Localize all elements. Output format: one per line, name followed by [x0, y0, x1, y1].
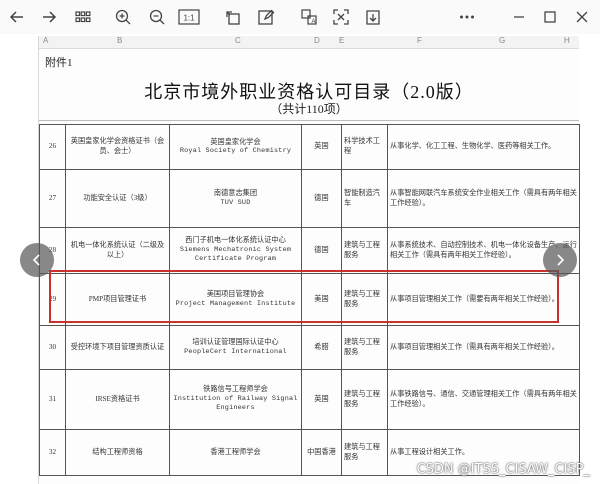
back-icon[interactable] [6, 6, 28, 28]
next-page-button[interactable] [543, 243, 577, 277]
work-scope: 从事化学、化工工程、生物化学、医药等相关工作。 [387, 124, 580, 170]
close-icon[interactable] [571, 6, 593, 28]
work-scope: 从事智能网联汽车系统安全作业相关工作（需具有两年相关工作经验）。 [387, 169, 580, 228]
org-name-cn: 培训认证管理国际认证中心 [192, 338, 279, 347]
issuing-organization: 西门子机电一体化系统认证中心 Siemens Mechatronic System… [169, 227, 302, 274]
actual-size-icon[interactable]: 1:1 [178, 6, 200, 28]
certificate-name: 机电一体化系统认证（二级及以上） [65, 227, 170, 274]
table-row: 27 功能安全认证（3级） 南德意志集团 TUV SUD 德国 智能制造汽车 从事… [39, 169, 580, 228]
certificate-name: PMP项目管理证书 [65, 273, 170, 326]
certification-table: 26 英国皇家化学会资格证书（会员、会士） 英国皇家化学会 Royal Socie… [39, 124, 580, 476]
field: 建筑与工程服务 [341, 429, 388, 476]
previous-page-button[interactable] [20, 243, 54, 277]
work-scope: 从事项目管理相关工作（需具有两年相关工作经验）。 [387, 325, 580, 370]
row-number: 29 [39, 273, 66, 326]
certificate-name: 英国皇家化学会资格证书（会员、会士） [65, 124, 170, 170]
certificate-name: 功能安全认证（3级） [65, 169, 170, 228]
divider [39, 120, 579, 121]
table-row: 26 英国皇家化学会资格证书（会员、会士） 英国皇家化学会 Royal Socie… [39, 124, 580, 170]
forward-icon[interactable] [38, 6, 60, 28]
table-row: 30 受控环境下项目管理资质认证 培训认证管理国际认证中心 PeopleCert … [39, 325, 580, 370]
country: 德国 [301, 169, 342, 228]
row-number: 32 [39, 429, 66, 476]
org-name-cn: 英国皇家化学会 [210, 137, 261, 146]
country: 德国 [301, 227, 342, 274]
work-scope: 从事铁路信号、通信、交通管理相关工作（需具有两年相关工作经验）。 [387, 369, 580, 430]
rotate-icon[interactable] [222, 6, 244, 28]
certificate-name: IRSE资格证书 [65, 369, 170, 430]
issuing-organization: 铁路信号工程师学会 Institution of Railway Signal E… [169, 369, 302, 430]
spreadsheet-column-header: A B C D E F G H [39, 36, 579, 49]
org-name-cn: 铁路信号工程师学会 [203, 385, 268, 394]
org-name-en: Institution of Railway Signal Engineers [173, 395, 298, 413]
minimize-icon[interactable] [508, 6, 530, 28]
zoom-out-icon[interactable] [146, 6, 168, 28]
column-letter: F [417, 36, 422, 45]
chevron-left-icon [32, 254, 40, 266]
row-number: 30 [39, 325, 66, 370]
issuing-organization: 香港工程师学会 [169, 429, 302, 476]
country: 美国 [301, 273, 342, 326]
field: 智能制造汽车 [341, 169, 388, 228]
actual-size-label: 1:1 [183, 14, 195, 23]
annex-label: 附件1 [45, 57, 73, 69]
chevron-right-icon [557, 254, 565, 266]
table-row: 28 机电一体化系统认证（二级及以上） 西门子机电一体化系统认证中心 Siemen… [39, 227, 580, 274]
maximize-icon[interactable] [539, 6, 561, 28]
row-number: 27 [39, 169, 66, 228]
work-scope: 从事项目管理相关工作（需要有两年相关工作经验）。 [387, 273, 580, 326]
field: 建筑与工程服务 [341, 273, 388, 326]
org-name-cn: 南德意志集团 [213, 189, 258, 198]
column-letter: H [564, 36, 570, 45]
org-name-en: PeopleCert International [184, 347, 287, 356]
org-name-cn: 香港工程师学会 [210, 447, 261, 456]
country: 英国 [301, 124, 342, 170]
org-name-en: Siemens Mechatronic System Certificate P… [179, 246, 292, 264]
download-icon[interactable] [362, 6, 384, 28]
org-name-en: Project Management Institute [175, 299, 296, 308]
field: 建筑与工程服务 [341, 369, 388, 430]
org-name-en: Royal Society of Chemistry [179, 147, 292, 156]
document-page: A B C D E F G H 附件1 北京市境外职业资格认可目录（2.0版） … [38, 36, 580, 484]
row-number: 31 [39, 369, 66, 430]
document-subtitle: （共计110项） [270, 102, 348, 116]
column-letter: E [339, 36, 345, 45]
table-row: 31 IRSE资格证书 铁路信号工程师学会 Institution of Rail… [39, 369, 580, 430]
issuing-organization: 美国项目管理协会 Project Management Institute [169, 273, 302, 326]
table-row-highlighted: 29 PMP项目管理证书 美国项目管理协会 Project Management … [39, 273, 580, 326]
zoom-in-icon[interactable] [112, 6, 134, 28]
column-letter: G [499, 36, 506, 45]
thumbnail-grid-icon[interactable] [72, 6, 94, 28]
certificate-name: 受控环境下项目管理资质认证 [65, 325, 170, 370]
field: 建筑与工程服务 [341, 325, 388, 370]
field: 建筑与工程服务 [341, 227, 388, 274]
column-letter: C [235, 36, 241, 45]
org-name-cn: 美国项目管理协会 [206, 290, 265, 299]
column-letter: B [117, 36, 123, 45]
image-viewer: A B C D E F G H 附件1 北京市境外职业资格认可目录（2.0版） … [0, 34, 600, 484]
toolbar: 1:1 A [0, 0, 600, 34]
scan-icon[interactable] [330, 6, 352, 28]
watermark: CSDN @ITSS_CISAW_CISP_ [416, 462, 590, 477]
issuing-organization: 英国皇家化学会 Royal Society of Chemistry [169, 124, 302, 170]
certificate-name: 结构工程师资格 [65, 429, 170, 476]
edit-icon[interactable] [255, 6, 277, 28]
field: 科学技术工程 [341, 124, 388, 170]
more-icon[interactable] [456, 6, 478, 28]
extract-text-icon[interactable]: A [298, 6, 320, 28]
org-name-cn: 西门子机电一体化系统认证中心 [185, 236, 286, 245]
svg-text:A: A [312, 19, 316, 25]
country: 希腊 [301, 325, 342, 370]
issuing-organization: 培训认证管理国际认证中心 PeopleCert International [169, 325, 302, 370]
issuing-organization: 南德意志集团 TUV SUD [169, 169, 302, 228]
column-letter: D [314, 36, 320, 45]
country: 英国 [301, 369, 342, 430]
column-letter: A [43, 36, 49, 45]
org-name-en: TUV SUD [220, 198, 251, 207]
country: 中国香港 [301, 429, 342, 476]
row-number: 26 [39, 124, 66, 170]
